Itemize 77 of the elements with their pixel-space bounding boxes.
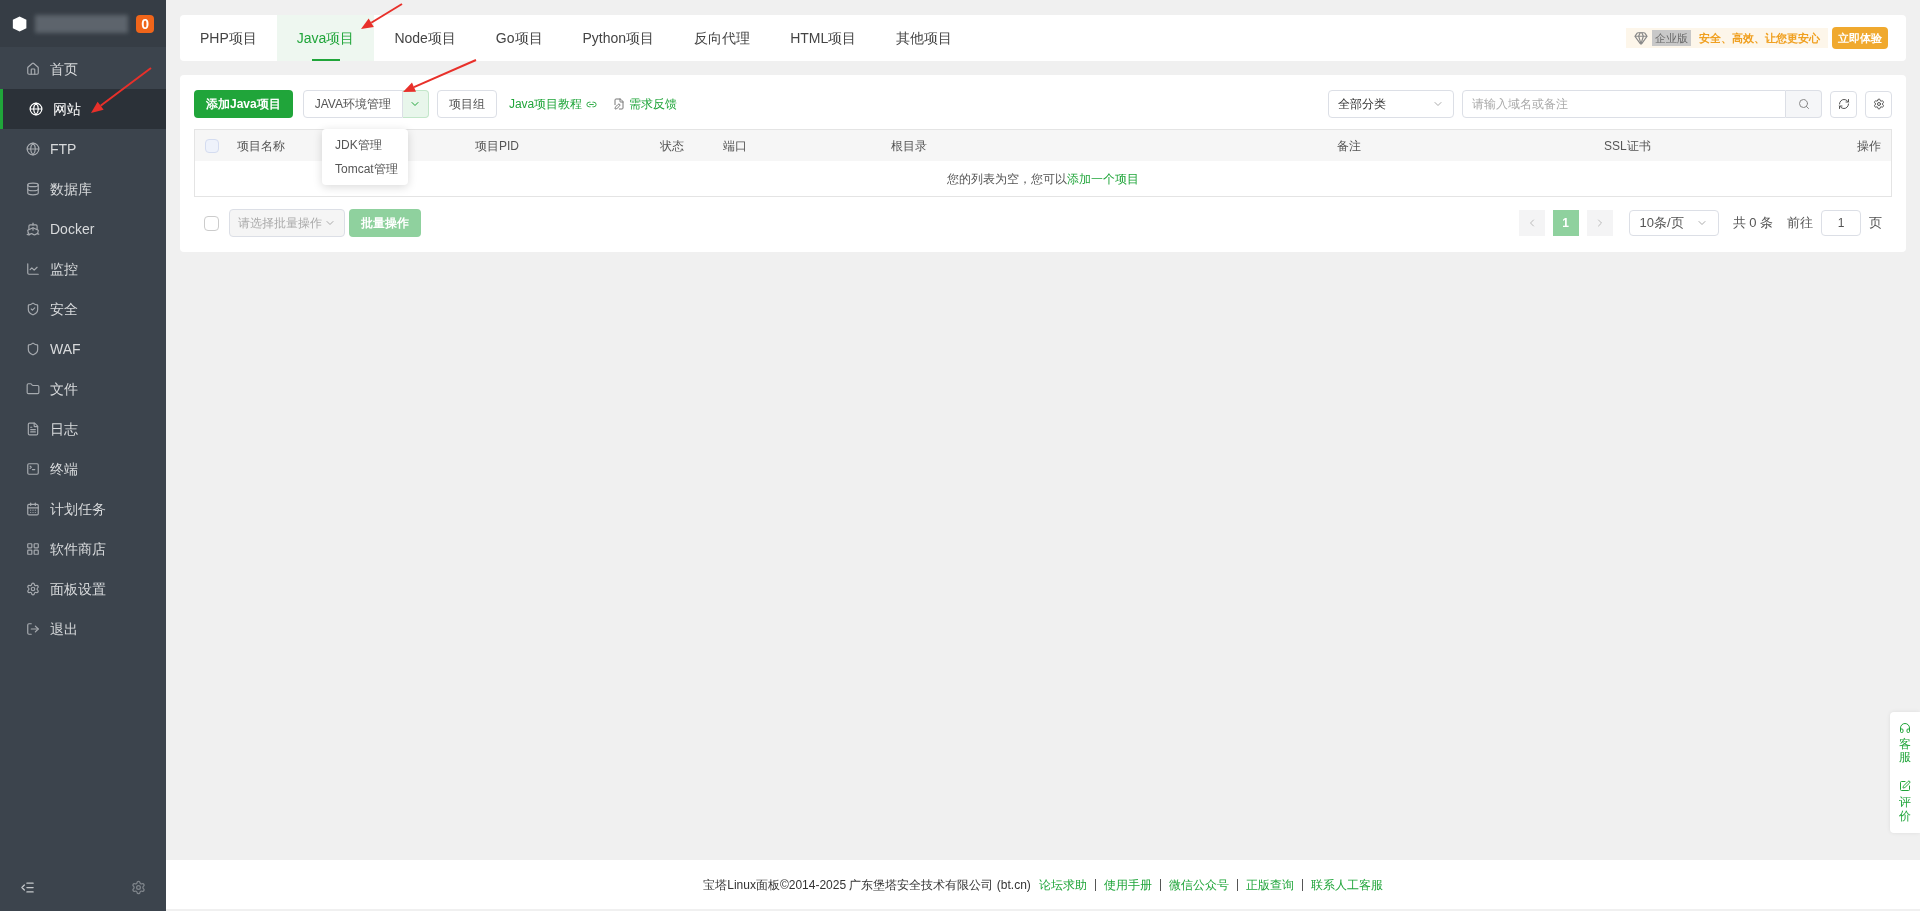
search-button[interactable]	[1786, 90, 1822, 118]
search-field[interactable]: 请输入域名或备注	[1462, 90, 1786, 118]
project-tab[interactable]: HTML项目	[770, 15, 877, 61]
document-edit-icon	[613, 98, 626, 110]
refresh-button[interactable]	[1830, 90, 1857, 118]
edition-label: 企业版	[1652, 29, 1691, 47]
dropdown-item[interactable]: Tomcat管理	[322, 157, 408, 181]
shield-icon	[26, 342, 40, 356]
logo-icon	[12, 13, 28, 34]
page-size-select[interactable]: 10条/页	[1628, 210, 1719, 236]
column-header: 项目名称	[237, 138, 285, 153]
logout-icon	[26, 622, 40, 636]
goto-page-field[interactable]: 1	[1821, 210, 1861, 236]
column-header: 操作	[1857, 138, 1881, 153]
sidebar-item[interactable]: 文件	[0, 369, 166, 409]
project-tab[interactable]: Go项目	[475, 15, 563, 61]
category-select[interactable]: 全部分类	[1328, 90, 1454, 118]
column-header: 根目录	[891, 138, 927, 153]
env-manage-button[interactable]: JAVA环境管理	[302, 90, 403, 118]
settings-icon[interactable]	[131, 879, 146, 895]
settings-button[interactable]	[1865, 90, 1892, 118]
project-tab[interactable]: 反向代理	[674, 15, 771, 61]
select-all-checkbox[interactable]	[205, 138, 219, 153]
sidebar-item[interactable]: 终端	[0, 449, 166, 489]
annotation-arrow	[358, 2, 404, 32]
project-tab[interactable]: PHP项目	[180, 15, 277, 61]
goto-label: 前往	[1787, 214, 1813, 233]
project-tab[interactable]: Node项目	[374, 15, 476, 61]
column-header: 项目PID	[475, 138, 519, 153]
terminal-icon	[26, 462, 40, 476]
sidebar-item[interactable]: 面板设置	[0, 569, 166, 609]
edit-icon	[1899, 780, 1911, 793]
shield-icon	[26, 302, 40, 316]
document-icon	[26, 422, 40, 436]
column-header: SSL证书	[1604, 138, 1651, 153]
headset-icon	[1899, 722, 1911, 734]
sidebar-item[interactable]: 数据库	[0, 169, 166, 209]
sidebar-item[interactable]: 软件商店	[0, 529, 166, 569]
annotation-arrow	[88, 66, 154, 116]
batch-checkbox[interactable]	[204, 215, 219, 231]
sidebar-item[interactable]: Docker	[0, 209, 166, 249]
column-header: 备注	[1337, 138, 1361, 153]
globe-icon	[26, 142, 40, 156]
sidebar-item[interactable]: 网站	[0, 89, 166, 129]
project-group-button[interactable]: 项目组	[436, 90, 497, 118]
project-tab[interactable]: 其他项目	[876, 15, 973, 61]
database-icon	[26, 182, 40, 196]
page-unit: 页	[1869, 214, 1882, 233]
sidebar-item[interactable]: 安全	[0, 289, 166, 329]
globe-icon	[29, 102, 43, 116]
calendar-icon	[26, 502, 40, 516]
copyright-text: 宝塔Linux面板©2014-2025 广东堡塔安全技术有限公司 (bt.cn)	[703, 876, 1031, 894]
project-tab[interactable]: Python项目	[562, 15, 675, 61]
sidebar-item[interactable]: 计划任务	[0, 489, 166, 529]
promo-slogan: 安全、高效、让您更安心	[1699, 30, 1820, 46]
column-header: 状态	[660, 138, 684, 153]
diamond-icon	[1634, 31, 1648, 45]
refresh-icon	[1837, 98, 1850, 110]
sidebar-item[interactable]: 日志	[0, 409, 166, 449]
sidebar-item[interactable]: 监控	[0, 249, 166, 289]
dropdown-item[interactable]: JDK管理	[322, 133, 408, 157]
settings-icon	[26, 582, 40, 596]
total-count: 共 0 条	[1732, 214, 1773, 233]
chart-icon	[26, 262, 40, 276]
folder-icon	[26, 382, 40, 396]
settings-icon	[1872, 98, 1885, 110]
empty-message: 您的列表为空，您可以添加一个项目	[947, 170, 1139, 188]
sidebar-item[interactable]: FTP	[0, 129, 166, 169]
collapse-icon[interactable]	[20, 879, 35, 895]
sidebar-item[interactable]: WAF	[0, 329, 166, 369]
grid-icon	[26, 542, 40, 556]
home-icon	[26, 62, 40, 76]
column-header: 端口	[723, 138, 747, 153]
sidebar-item[interactable]: 首页	[0, 49, 166, 89]
search-icon	[1797, 98, 1810, 110]
dropdown-toggle[interactable]	[402, 90, 429, 118]
sidebar-item[interactable]: 退出	[0, 609, 166, 649]
